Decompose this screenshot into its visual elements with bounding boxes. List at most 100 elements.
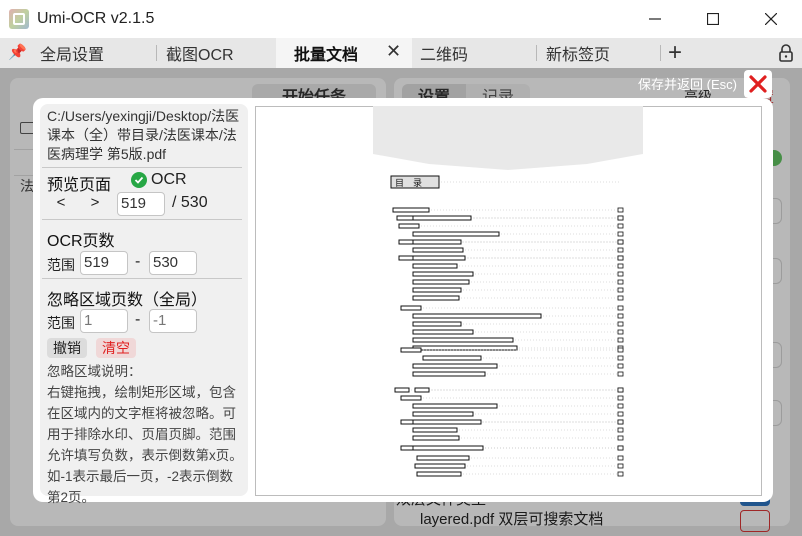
text-box <box>412 239 462 245</box>
page-number-box <box>617 387 624 393</box>
page-number-box <box>617 321 624 327</box>
current-page-input[interactable]: 519 <box>117 192 165 216</box>
ignore-help: 忽略区域说明： 右键拖拽，绘制矩形区域，包含在区域内的文字框将被忽略。可用于排除… <box>47 361 245 508</box>
text-box <box>394 387 410 393</box>
text-box <box>412 279 470 285</box>
ignore-range-from-input[interactable]: 1 <box>80 309 128 333</box>
tab-close-icon[interactable]: ✕ <box>386 41 401 62</box>
text-box <box>412 403 498 409</box>
app-icon <box>9 9 29 29</box>
preview-page-title: 预览页面 <box>47 177 112 194</box>
tab-new[interactable]: 新标签页 <box>546 38 610 68</box>
page-number-box <box>617 313 624 319</box>
undo-button[interactable]: 撤销 <box>47 338 87 358</box>
page-number-box <box>617 347 624 353</box>
maximize-icon <box>707 13 719 25</box>
ignore-range-dash: - <box>135 311 141 328</box>
text-box <box>412 295 460 301</box>
page-number-box <box>617 471 624 477</box>
text-box <box>412 287 462 293</box>
page-number-box <box>617 231 624 237</box>
page-number-box <box>617 403 624 409</box>
page-number-box <box>617 427 624 433</box>
page-number-box <box>617 255 624 261</box>
text-box <box>412 313 542 319</box>
text-box <box>400 395 422 401</box>
prev-page-button[interactable]: < <box>51 194 71 211</box>
text-box <box>412 231 500 237</box>
text-box <box>400 305 422 311</box>
text-box <box>416 455 470 461</box>
text-box <box>392 207 430 213</box>
ignore-range-label: 范围 <box>47 315 75 331</box>
ignore-pages-title: 忽略区域页数（全局） <box>47 292 208 309</box>
page-number-box <box>617 455 624 461</box>
page-number-box <box>617 355 624 361</box>
page-number-box <box>617 411 624 417</box>
ocr-range-to-input[interactable]: 530 <box>149 251 197 275</box>
text-box <box>412 445 484 451</box>
text-box <box>396 215 416 221</box>
ignore-range-to-input[interactable]: -1 <box>149 309 197 333</box>
tab-global-settings[interactable]: 全局设置 <box>40 38 104 68</box>
next-page-button[interactable]: > <box>85 194 105 211</box>
ocr-check-icon[interactable] <box>131 172 147 188</box>
ocr-label: OCR <box>151 171 187 188</box>
page-number-box <box>617 247 624 253</box>
page-number-box <box>617 337 624 343</box>
page-number-box <box>617 395 624 401</box>
page-number-box <box>617 287 624 293</box>
text-box <box>400 347 422 353</box>
close-window-button[interactable] <box>742 0 800 38</box>
close-icon <box>749 75 767 93</box>
minimize-icon <box>649 18 661 20</box>
ocr-range-dash: - <box>135 253 141 270</box>
help-title: 忽略区域说明： <box>47 364 142 379</box>
add-tab-icon[interactable]: + <box>668 38 682 68</box>
page-number-box <box>617 271 624 277</box>
text-box <box>412 363 498 369</box>
file-path: C:/Users/yexingji/Desktop/法医课本（全）带目录/法医课… <box>47 108 240 162</box>
tab-screenshot-ocr[interactable]: 截图OCR <box>166 38 234 68</box>
page-number-box <box>617 419 624 425</box>
ocr-range-from-input[interactable]: 519 <box>80 251 128 275</box>
text-box <box>414 463 466 469</box>
text-box <box>416 471 462 477</box>
close-preview-button[interactable] <box>744 70 772 98</box>
text-box <box>414 387 430 393</box>
text-box <box>412 345 518 351</box>
tab-qrcode[interactable]: 二维码 <box>420 38 468 68</box>
toc-heading: 目 录 <box>395 178 422 189</box>
text-box <box>412 427 458 433</box>
page-number-box <box>617 363 624 369</box>
text-box <box>412 329 474 335</box>
page-number-box <box>617 329 624 335</box>
help-text: 右键拖拽，绘制矩形区域，包含在区域内的文字框将被忽略。可用于排除水印、页眉页脚。… <box>47 385 243 505</box>
page-number-box <box>617 445 624 451</box>
text-box <box>412 247 464 253</box>
text-box <box>412 321 462 327</box>
page-number-box <box>617 207 624 213</box>
tab-bar: 📌 全局设置 截图OCR 批量文档 ✕ 二维码 新标签页 + <box>0 38 802 68</box>
text-box <box>412 411 474 417</box>
save-return-label: 保存并返回 (Esc) <box>638 77 737 92</box>
page-number-box <box>617 223 624 229</box>
text-box <box>412 215 472 221</box>
page-preview-image[interactable]: 目 录 <box>255 106 762 496</box>
maximize-button[interactable] <box>684 0 742 38</box>
window-title: Umi-OCR v2.1.5 <box>37 10 155 27</box>
text-box <box>398 223 420 229</box>
page-number-box <box>617 463 624 469</box>
page-number-box <box>617 435 624 441</box>
title-bar: Umi-OCR v2.1.5 <box>0 0 802 38</box>
page-number-box <box>617 215 624 221</box>
page-number-box <box>617 371 624 377</box>
total-pages: / 530 <box>172 194 208 211</box>
clear-button[interactable]: 清空 <box>96 338 136 358</box>
pin-icon[interactable]: 📌 <box>8 43 27 61</box>
minimize-button[interactable] <box>626 0 684 38</box>
ocr-pages-title: OCR页数 <box>47 233 115 250</box>
lock-icon[interactable] <box>778 44 794 62</box>
text-box <box>412 371 486 377</box>
close-icon <box>765 13 777 25</box>
